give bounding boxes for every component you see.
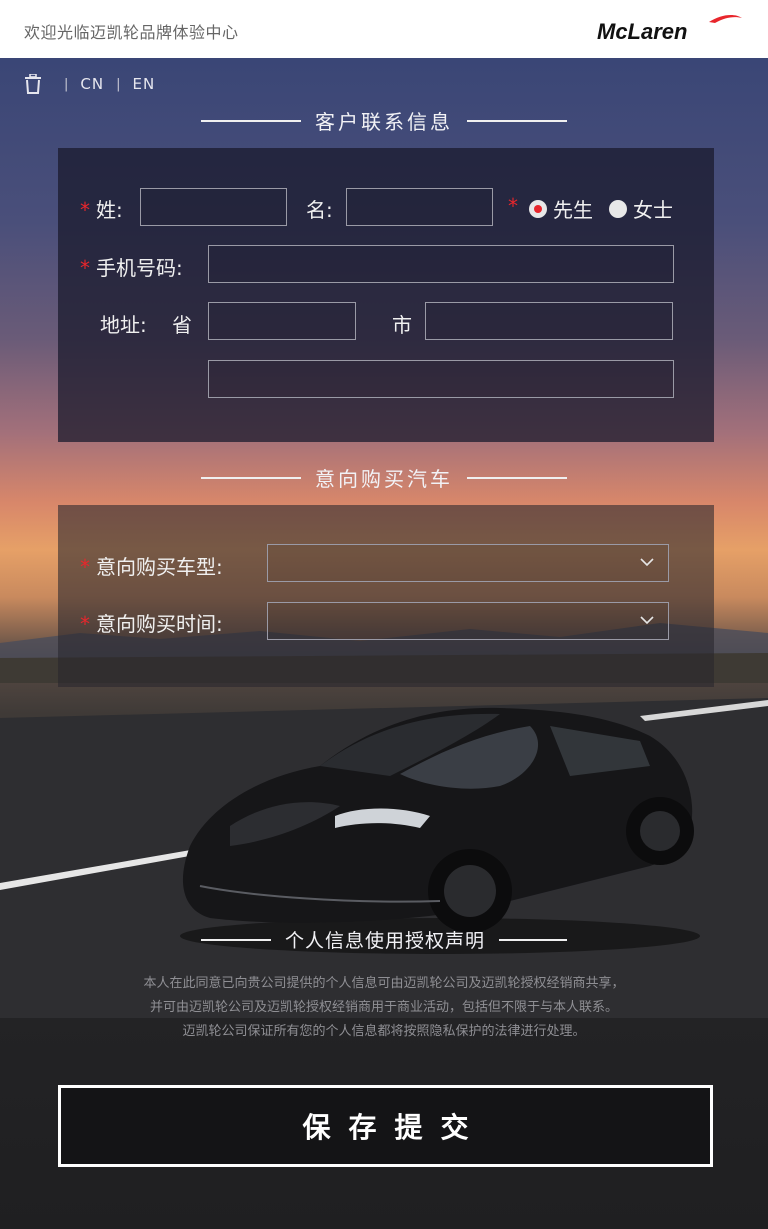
- model-label-text: 意向购买车型:: [96, 555, 223, 579]
- time-label-text: 意向购买时间:: [96, 612, 223, 636]
- city-input[interactable]: [425, 302, 673, 340]
- radio-ms[interactable]: 女士: [609, 194, 673, 223]
- contact-section-title: 客户联系信息: [0, 106, 768, 135]
- privacy-section-title: 个人信息使用授权声明: [0, 926, 768, 953]
- city-label: 市: [392, 313, 412, 337]
- surname-input[interactable]: [140, 188, 287, 226]
- privacy-line-1: 本人在此同意已向贵公司提供的个人信息可由迈凯轮公司及迈凯轮授权经销商共享，: [143, 976, 625, 991]
- privacy-line-3: 迈凯轮公司保证所有您的个人信息都将按照隐私保护的法律进行处理。: [182, 1024, 586, 1039]
- purchase-section-title: 意向购买汽车: [0, 463, 768, 492]
- privacy-line-2: 并可由迈凯轮公司及迈凯轮授权经销商用于商业活动，包括但不限于与本人联系。: [149, 1000, 618, 1015]
- separator: |: [64, 76, 69, 92]
- radio-mr-dot[interactable]: [529, 199, 547, 218]
- title-rule-left: [201, 476, 301, 479]
- submit-button[interactable]: 保存提交: [58, 1085, 713, 1167]
- radio-mr[interactable]: 先生: [529, 194, 593, 223]
- purchase-panel: * 意向购买车型: * 意向购买时间:: [58, 505, 714, 687]
- given-name-input[interactable]: [346, 188, 493, 226]
- required-mark: *: [80, 256, 90, 280]
- required-mark: *: [80, 612, 90, 636]
- required-mark: *: [80, 198, 90, 222]
- radio-mr-label: 先生: [553, 198, 593, 222]
- time-select[interactable]: [267, 602, 669, 640]
- given-name-label: 名:: [306, 198, 333, 222]
- title-rule-right: [467, 119, 567, 122]
- phone-input[interactable]: [208, 245, 674, 283]
- chevron-down-icon: [640, 616, 654, 625]
- privacy-statement: 本人在此同意已向贵公司提供的个人信息可由迈凯轮公司及迈凯轮授权经销商共享， 并可…: [0, 972, 768, 1044]
- model-label: * 意向购买车型:: [80, 551, 223, 580]
- title-rule-left: [201, 119, 301, 122]
- purchase-title-text: 意向购买汽车: [315, 467, 453, 491]
- chevron-down-icon: [640, 558, 654, 567]
- separator: |: [116, 76, 121, 92]
- privacy-title-text: 个人信息使用授权声明: [284, 930, 485, 952]
- car-image: [180, 707, 700, 954]
- province-label: 省: [172, 313, 192, 337]
- street-address-input[interactable]: [208, 360, 674, 398]
- mclaren-logo: McLaren: [597, 14, 742, 42]
- top-header: 欢迎光临迈凯轮品牌体验中心 McLaren: [0, 0, 768, 58]
- welcome-text: 欢迎光临迈凯轮品牌体验中心: [24, 23, 239, 42]
- language-bar: | CN | EN: [24, 72, 155, 96]
- address-label: 地址:: [100, 313, 147, 337]
- required-mark: *: [80, 555, 90, 579]
- logo-text: McLaren: [597, 19, 687, 42]
- lang-en-link[interactable]: EN: [132, 75, 155, 93]
- surname-label-text: 姓:: [96, 198, 123, 222]
- model-select[interactable]: [267, 544, 669, 582]
- trash-icon[interactable]: [24, 74, 42, 94]
- surname-label: * 姓:: [80, 194, 123, 223]
- phone-label-text: 手机号码:: [96, 256, 183, 280]
- title-rule-right: [467, 476, 567, 479]
- title-rule-left: [200, 938, 271, 941]
- contact-panel: * 姓: 名: * 先生 女士 * 手机号码: 地址: 省 市: [58, 148, 714, 442]
- title-rule-right: [499, 938, 567, 941]
- province-input[interactable]: [208, 302, 356, 340]
- time-label: * 意向购买时间:: [80, 608, 223, 637]
- radio-ms-dot[interactable]: [609, 199, 627, 218]
- gender-required-mark: *: [508, 194, 518, 218]
- contact-title-text: 客户联系信息: [315, 110, 453, 134]
- phone-label: * 手机号码:: [80, 252, 183, 281]
- radio-ms-label: 女士: [633, 198, 673, 222]
- lang-cn-link[interactable]: CN: [80, 75, 104, 93]
